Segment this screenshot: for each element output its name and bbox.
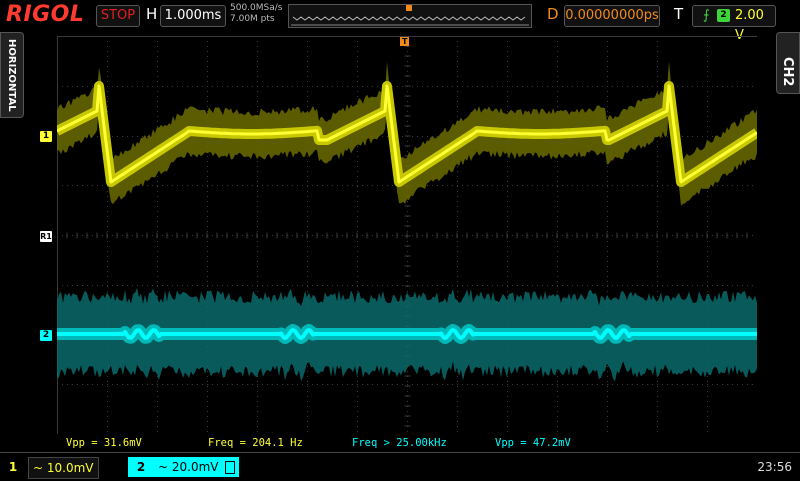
measurement-ch2-freq: Freq > 25.00kHz (352, 437, 447, 449)
ch1-status[interactable]: 1 ~ 10.0mV (4, 457, 124, 479)
ch1-number: 1 (8, 460, 18, 474)
measurement-ch2-vpp: Vpp = 47.2mV (495, 437, 571, 449)
timebase-value[interactable]: 1.000ms (160, 5, 226, 27)
system-clock: 23:56 (757, 460, 792, 474)
delay-value[interactable]: 0.00000000ps (564, 5, 660, 27)
ch2-offset-marker[interactable]: 2 (40, 330, 52, 341)
sample-rate: 500.0MSa/s (230, 3, 283, 13)
navigation-waveform-icon (291, 5, 529, 26)
horizontal-menu-tab[interactable]: HORIZONTAL (0, 32, 24, 118)
top-status-bar: RIGOL STOP H 1.000ms 500.0MSa/s 7.00M pt… (0, 0, 800, 43)
ch1-scale: ~ 10.0mV (28, 457, 99, 479)
ch2-status[interactable]: 2 ~ 20.0mV (128, 457, 240, 477)
horizontal-label: H (146, 5, 158, 23)
ch2-scale-value: ~ 20.0mV (158, 460, 219, 474)
brand-logo: RIGOL (6, 2, 85, 27)
ch2-tab-label: CH2 (780, 57, 795, 87)
rising-edge-icon: ⨍ (703, 8, 710, 23)
waveform-display[interactable] (57, 36, 757, 434)
trigger-settings[interactable]: ⨍ 2 2.00 V (692, 5, 776, 43)
ch1-offset-marker[interactable]: 1 (40, 131, 52, 142)
measurement-ch1-vpp: Vpp = 31.6mV (66, 437, 142, 449)
ch2-number: 2 (136, 460, 146, 474)
trigger-source: 2 (717, 9, 730, 22)
trigger-position-marker[interactable]: T (400, 34, 410, 47)
trigger-position-label: T (400, 37, 410, 46)
memory-depth: 7.00M pts (230, 14, 275, 24)
bandwidth-limit-icon (225, 461, 236, 474)
trigger-label: T (674, 5, 684, 23)
ref-marker: R1 (40, 231, 52, 242)
channel-status-bar: 1 ~ 10.0mV 2 ~ 20.0mV 23:56 (0, 452, 800, 481)
ch2-scale: ~ 20.0mV (154, 457, 240, 477)
horizontal-tab-label: HORIZONTAL (6, 39, 17, 112)
ch1-scale-value: ~ 10.0mV (33, 461, 94, 475)
run-stop-status[interactable]: STOP (96, 5, 140, 27)
waveform-navigation-bar[interactable] (288, 4, 532, 28)
waveform-traces (57, 61, 757, 382)
delay-label: D (547, 5, 559, 23)
ch1-envelope (57, 61, 757, 206)
ch2-menu-tab[interactable]: CH2 (776, 32, 800, 94)
measurement-ch1-freq: Freq = 204.1 Hz (208, 437, 303, 449)
